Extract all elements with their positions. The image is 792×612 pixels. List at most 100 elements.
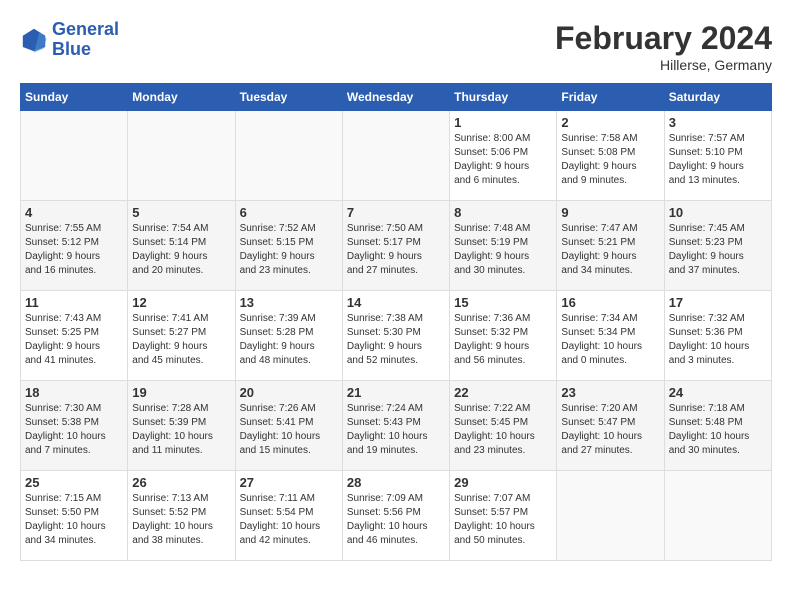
week-row-4: 18 Sunrise: 7:30 AM Sunset: 5:38 PM Dayli…: [21, 381, 772, 471]
header-monday: Monday: [128, 84, 235, 111]
calendar-cell: 16 Sunrise: 7:34 AM Sunset: 5:34 PM Dayli…: [557, 291, 664, 381]
logo-text: General Blue: [52, 20, 119, 60]
calendar-cell: 12 Sunrise: 7:41 AM Sunset: 5:27 PM Dayli…: [128, 291, 235, 381]
day-number: 15: [454, 295, 552, 310]
day-number: 7: [347, 205, 445, 220]
day-info: Sunrise: 7:09 AM Sunset: 5:56 PM Dayligh…: [347, 492, 445, 548]
day-info: Sunrise: 7:43 AM Sunset: 5:25 PM Dayligh…: [25, 312, 123, 368]
calendar-cell: [664, 471, 771, 561]
day-number: 10: [669, 205, 767, 220]
day-info: Sunrise: 7:38 AM Sunset: 5:30 PM Dayligh…: [347, 312, 445, 368]
day-number: 22: [454, 385, 552, 400]
calendar-cell: 11 Sunrise: 7:43 AM Sunset: 5:25 PM Dayli…: [21, 291, 128, 381]
location: Hillerse, Germany: [555, 57, 772, 73]
day-number: 14: [347, 295, 445, 310]
calendar-cell: 5Sunrise: 7:54 AM Sunset: 5:14 PM Daylig…: [128, 201, 235, 291]
day-info: Sunrise: 7:34 AM Sunset: 5:34 PM Dayligh…: [561, 312, 659, 368]
calendar-cell: 22 Sunrise: 7:22 AM Sunset: 5:45 PM Dayli…: [450, 381, 557, 471]
calendar-cell: 17 Sunrise: 7:32 AM Sunset: 5:36 PM Dayli…: [664, 291, 771, 381]
day-info: Sunrise: 7:32 AM Sunset: 5:36 PM Dayligh…: [669, 312, 767, 368]
calendar-cell: 10 Sunrise: 7:45 AM Sunset: 5:23 PM Dayli…: [664, 201, 771, 291]
day-info: Sunrise: 7:50 AM Sunset: 5:17 PM Dayligh…: [347, 222, 445, 278]
day-number: 23: [561, 385, 659, 400]
header-sunday: Sunday: [21, 84, 128, 111]
calendar-cell: [128, 111, 235, 201]
header-thursday: Thursday: [450, 84, 557, 111]
calendar-cell: 6 Sunrise: 7:52 AM Sunset: 5:15 PM Daylig…: [235, 201, 342, 291]
calendar-cell: 14 Sunrise: 7:38 AM Sunset: 5:30 PM Dayli…: [342, 291, 449, 381]
day-info: Sunrise: 7:26 AM Sunset: 5:41 PM Dayligh…: [240, 402, 338, 458]
day-info: Sunrise: 7:20 AM Sunset: 5:47 PM Dayligh…: [561, 402, 659, 458]
day-number: 3: [669, 115, 767, 130]
calendar-cell: 2 Sunrise: 7:58 AM Sunset: 5:08 PM Daylig…: [557, 111, 664, 201]
day-info: Sunrise: 7:58 AM Sunset: 5:08 PM Dayligh…: [561, 132, 659, 188]
day-info: Sunrise: 7:54 AM Sunset: 5:14 PM Dayligh…: [132, 222, 230, 278]
title-area: February 2024 Hillerse, Germany: [555, 20, 772, 73]
week-row-3: 11 Sunrise: 7:43 AM Sunset: 5:25 PM Dayli…: [21, 291, 772, 381]
calendar-cell: 13 Sunrise: 7:39 AM Sunset: 5:28 PM Dayli…: [235, 291, 342, 381]
calendar-cell: 15 Sunrise: 7:36 AM Sunset: 5:32 PM Dayli…: [450, 291, 557, 381]
day-number: 28: [347, 475, 445, 490]
day-number: 16: [561, 295, 659, 310]
day-info: Sunrise: 7:24 AM Sunset: 5:43 PM Dayligh…: [347, 402, 445, 458]
logo-icon: [20, 26, 48, 54]
week-row-5: 25 Sunrise: 7:15 AM Sunset: 5:50 PM Dayli…: [21, 471, 772, 561]
day-number: 2: [561, 115, 659, 130]
calendar-cell: 29 Sunrise: 7:07 AM Sunset: 5:57 PM Dayli…: [450, 471, 557, 561]
calendar-cell: [235, 111, 342, 201]
calendar-cell: 9 Sunrise: 7:47 AM Sunset: 5:21 PM Daylig…: [557, 201, 664, 291]
day-info: Sunrise: 7:57 AM Sunset: 5:10 PM Dayligh…: [669, 132, 767, 188]
day-number: 24: [669, 385, 767, 400]
month-title: February 2024: [555, 20, 772, 57]
day-info: Sunrise: 7:52 AM Sunset: 5:15 PM Dayligh…: [240, 222, 338, 278]
day-info: Sunrise: 7:22 AM Sunset: 5:45 PM Dayligh…: [454, 402, 552, 458]
calendar-cell: 24 Sunrise: 7:18 AM Sunset: 5:48 PM Dayli…: [664, 381, 771, 471]
day-number: 12: [132, 295, 230, 310]
day-info: Sunrise: 7:18 AM Sunset: 5:48 PM Dayligh…: [669, 402, 767, 458]
day-info: Sunrise: 7:28 AM Sunset: 5:39 PM Dayligh…: [132, 402, 230, 458]
header-friday: Friday: [557, 84, 664, 111]
week-row-2: 4Sunrise: 7:55 AM Sunset: 5:12 PM Daylig…: [21, 201, 772, 291]
calendar-cell: [21, 111, 128, 201]
day-info: Sunrise: 7:30 AM Sunset: 5:38 PM Dayligh…: [25, 402, 123, 458]
day-number: 13: [240, 295, 338, 310]
day-info: Sunrise: 7:55 AM Sunset: 5:12 PM Dayligh…: [25, 222, 123, 278]
day-info: Sunrise: 7:41 AM Sunset: 5:27 PM Dayligh…: [132, 312, 230, 368]
day-number: 18: [25, 385, 123, 400]
day-number: 29: [454, 475, 552, 490]
day-info: Sunrise: 7:39 AM Sunset: 5:28 PM Dayligh…: [240, 312, 338, 368]
day-info: Sunrise: 7:48 AM Sunset: 5:19 PM Dayligh…: [454, 222, 552, 278]
day-info: Sunrise: 8:00 AM Sunset: 5:06 PM Dayligh…: [454, 132, 552, 188]
calendar-cell: [342, 111, 449, 201]
day-number: 6: [240, 205, 338, 220]
calendar-cell: 20 Sunrise: 7:26 AM Sunset: 5:41 PM Dayli…: [235, 381, 342, 471]
day-info: Sunrise: 7:47 AM Sunset: 5:21 PM Dayligh…: [561, 222, 659, 278]
day-number: 25: [25, 475, 123, 490]
day-number: 19: [132, 385, 230, 400]
header-saturday: Saturday: [664, 84, 771, 111]
day-info: Sunrise: 7:07 AM Sunset: 5:57 PM Dayligh…: [454, 492, 552, 548]
day-number: 20: [240, 385, 338, 400]
day-info: Sunrise: 7:36 AM Sunset: 5:32 PM Dayligh…: [454, 312, 552, 368]
header-wednesday: Wednesday: [342, 84, 449, 111]
day-number: 17: [669, 295, 767, 310]
calendar-cell: 23 Sunrise: 7:20 AM Sunset: 5:47 PM Dayli…: [557, 381, 664, 471]
calendar-cell: 19 Sunrise: 7:28 AM Sunset: 5:39 PM Dayli…: [128, 381, 235, 471]
day-number: 11: [25, 295, 123, 310]
calendar-cell: 27Sunrise: 7:11 AM Sunset: 5:54 PM Dayli…: [235, 471, 342, 561]
calendar-cell: 1Sunrise: 8:00 AM Sunset: 5:06 PM Daylig…: [450, 111, 557, 201]
calendar-cell: 18 Sunrise: 7:30 AM Sunset: 5:38 PM Dayli…: [21, 381, 128, 471]
calendar-cell: 28 Sunrise: 7:09 AM Sunset: 5:56 PM Dayli…: [342, 471, 449, 561]
calendar-cell: 7 Sunrise: 7:50 AM Sunset: 5:17 PM Daylig…: [342, 201, 449, 291]
week-row-1: 1Sunrise: 8:00 AM Sunset: 5:06 PM Daylig…: [21, 111, 772, 201]
day-number: 27: [240, 475, 338, 490]
calendar-table: SundayMondayTuesdayWednesdayThursdayFrid…: [20, 83, 772, 561]
calendar-cell: 26Sunrise: 7:13 AM Sunset: 5:52 PM Dayli…: [128, 471, 235, 561]
day-info: Sunrise: 7:15 AM Sunset: 5:50 PM Dayligh…: [25, 492, 123, 548]
day-info: Sunrise: 7:45 AM Sunset: 5:23 PM Dayligh…: [669, 222, 767, 278]
day-number: 21: [347, 385, 445, 400]
calendar-cell: 4Sunrise: 7:55 AM Sunset: 5:12 PM Daylig…: [21, 201, 128, 291]
calendar-cell: 25 Sunrise: 7:15 AM Sunset: 5:50 PM Dayli…: [21, 471, 128, 561]
day-number: 9: [561, 205, 659, 220]
calendar-cell: 21 Sunrise: 7:24 AM Sunset: 5:43 PM Dayli…: [342, 381, 449, 471]
